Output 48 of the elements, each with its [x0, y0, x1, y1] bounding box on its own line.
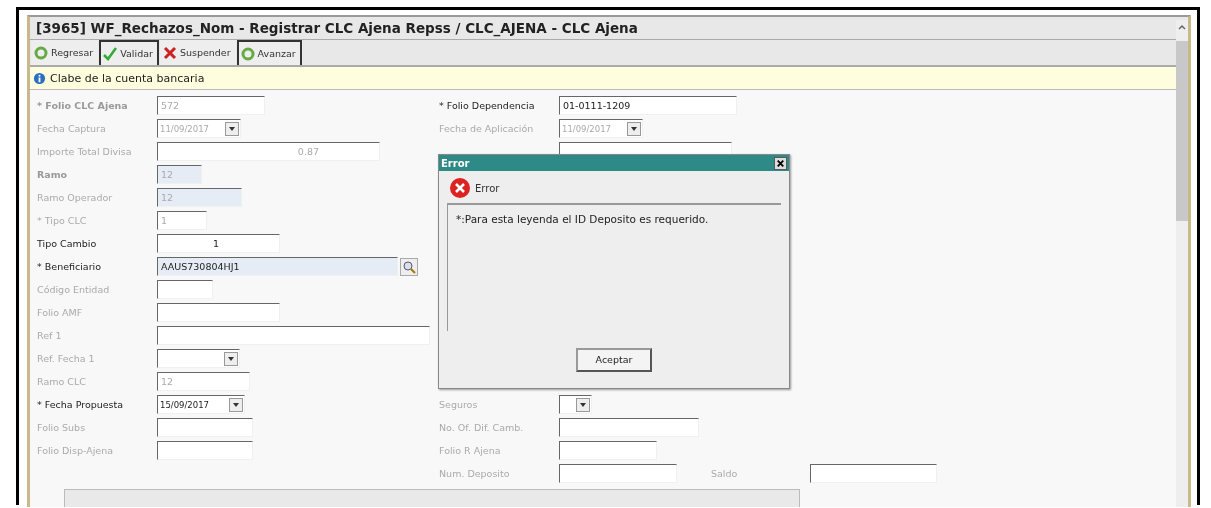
text-field[interactable]: 1 [157, 234, 280, 253]
field-label: Ramo Operador [37, 192, 114, 203]
dialog-title: Error [441, 157, 470, 169]
field-label: Folio R Ajena [439, 445, 502, 456]
field-label: Ramo CLC [37, 376, 87, 387]
text-field[interactable]: 01-0111-1209 [559, 96, 737, 115]
text-field[interactable] [810, 464, 937, 483]
field-label: Ramo [37, 169, 69, 180]
error-message: *:Para esta leyenda el ID Deposito es requerido. [456, 213, 709, 225]
date-field[interactable]: 15/09/2017 [157, 395, 245, 414]
scroll-up-icon[interactable] [1176, 23, 1188, 31]
field-label: Código Entidad [37, 284, 111, 295]
field-label: * Beneficiario [37, 261, 103, 272]
field-label: Fecha de Aplicación [439, 123, 535, 134]
toolbar-button[interactable]: Suspender [159, 40, 236, 65]
accept-button[interactable]: Aceptar [576, 347, 652, 372]
window-title: [3965] WF_Rechazos_Nom - Registrar CLC Ajena Repss / CLC_AJENA - CLC Ajena [36, 20, 638, 36]
toolbar-button[interactable]: Avanzar [236, 40, 302, 65]
cross-icon [162, 45, 177, 60]
close-icon[interactable] [774, 156, 787, 170]
field-label: Folio AMF [37, 307, 84, 318]
field-label: Ref. Fecha 1 [37, 353, 96, 364]
field-label: Num. Deposito [439, 468, 511, 479]
field-label: Fecha Captura [37, 123, 107, 134]
scrollbar[interactable] [1176, 20, 1188, 507]
field-label: Ref 1 [37, 330, 63, 341]
field-label: Folio Subs [37, 422, 87, 433]
search-icon[interactable] [400, 257, 418, 276]
field-label: Importe Total Divisa [37, 146, 133, 157]
field-label: Seguros [439, 399, 479, 410]
field-label: Tipo Cambio [37, 238, 98, 249]
search-field[interactable]: AAUS730804HJ1 [157, 257, 398, 276]
ring-icon [240, 46, 255, 61]
info-message: Clabe de la cuenta bancaria [50, 71, 205, 85]
field-label: * Folio Dependencia [439, 100, 536, 111]
error-icon [449, 177, 471, 199]
field-label: Saldo [711, 468, 739, 479]
field-label: No. Of. Dif. Camb. [439, 422, 525, 433]
field-label: * Tipo CLC [37, 215, 88, 226]
toolbar-button[interactable]: Validar [99, 40, 159, 65]
info-icon [33, 71, 46, 85]
field-label: Folio Disp-Ajena [37, 445, 115, 456]
toolbar-button[interactable]: Regresar [31, 40, 99, 65]
ring-icon [34, 45, 48, 60]
field-label: * Fecha Propuesta [37, 399, 125, 410]
check-icon [103, 46, 118, 61]
dialog-heading: Error [475, 182, 500, 194]
field-label: * Folio CLC Ajena [37, 100, 129, 111]
